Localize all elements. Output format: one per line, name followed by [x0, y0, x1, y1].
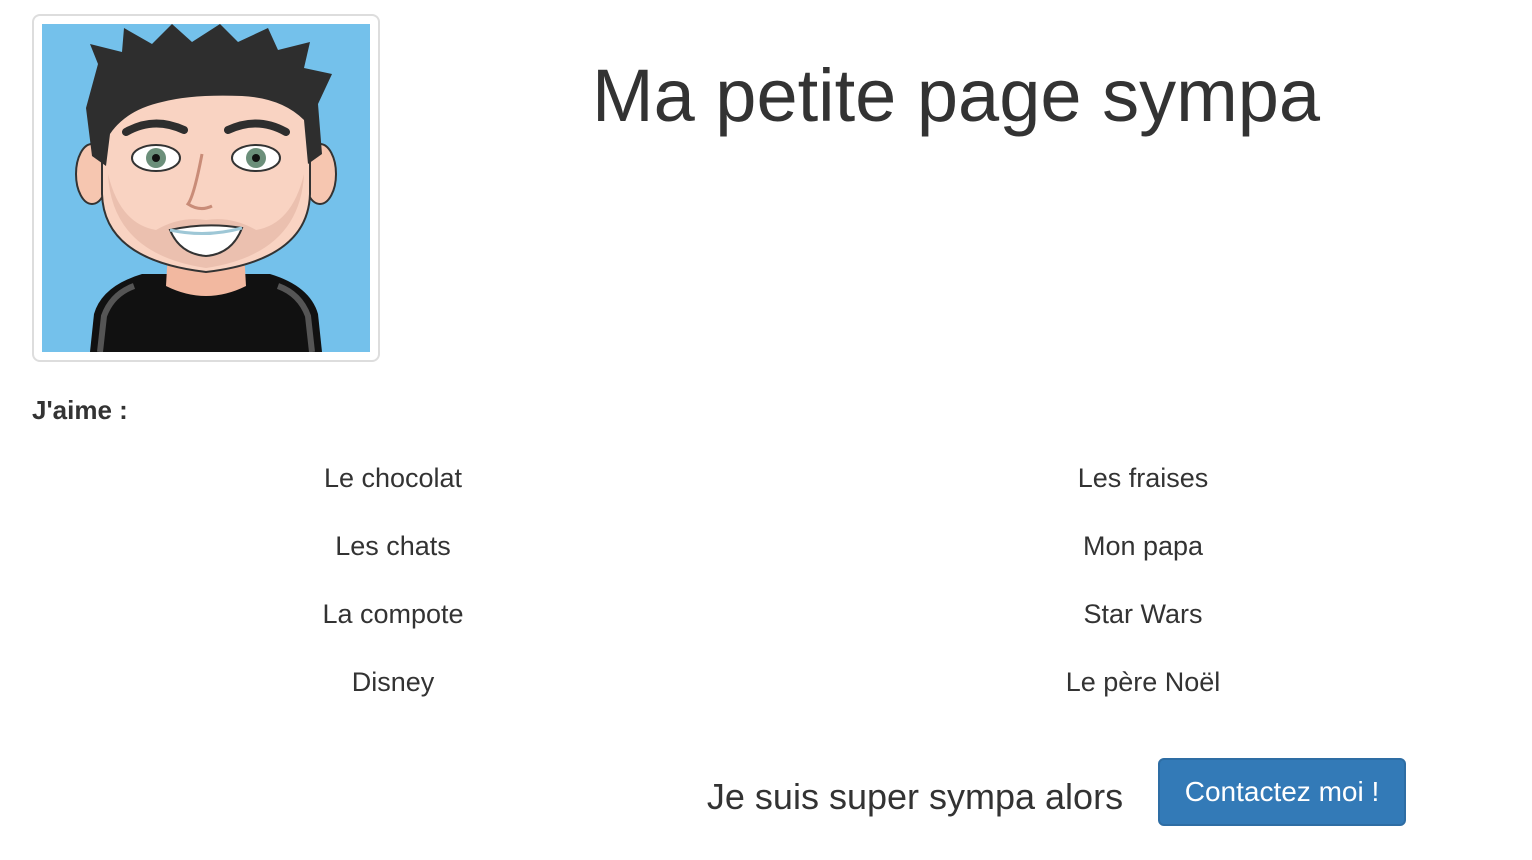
- list-item: La compote: [322, 599, 464, 629]
- likes-heading: J'aime :: [32, 395, 128, 425]
- avatar: [32, 14, 380, 362]
- list-item: Le père Noël: [1065, 667, 1221, 697]
- list-item: Les fraises: [1077, 463, 1209, 493]
- list-item: Star Wars: [1083, 599, 1203, 629]
- contact-button[interactable]: Contactez moi !: [1158, 758, 1406, 826]
- list-item: Le chocolat: [323, 463, 463, 493]
- list-item: Disney: [351, 667, 435, 697]
- page-title: Ma petite page sympa: [591, 54, 1321, 137]
- list-item: Les chats: [335, 531, 451, 561]
- likes-list: Le chocolat Les fraises Les chats Mon pa…: [18, 444, 1518, 716]
- footer-tagline: Je suis super sympa alors: [706, 776, 1124, 817]
- page: Ma petite page sympa J'aime : Le chocola…: [0, 0, 1532, 860]
- avatar-illustration-icon: [42, 24, 370, 352]
- list-item: Mon papa: [1082, 531, 1204, 561]
